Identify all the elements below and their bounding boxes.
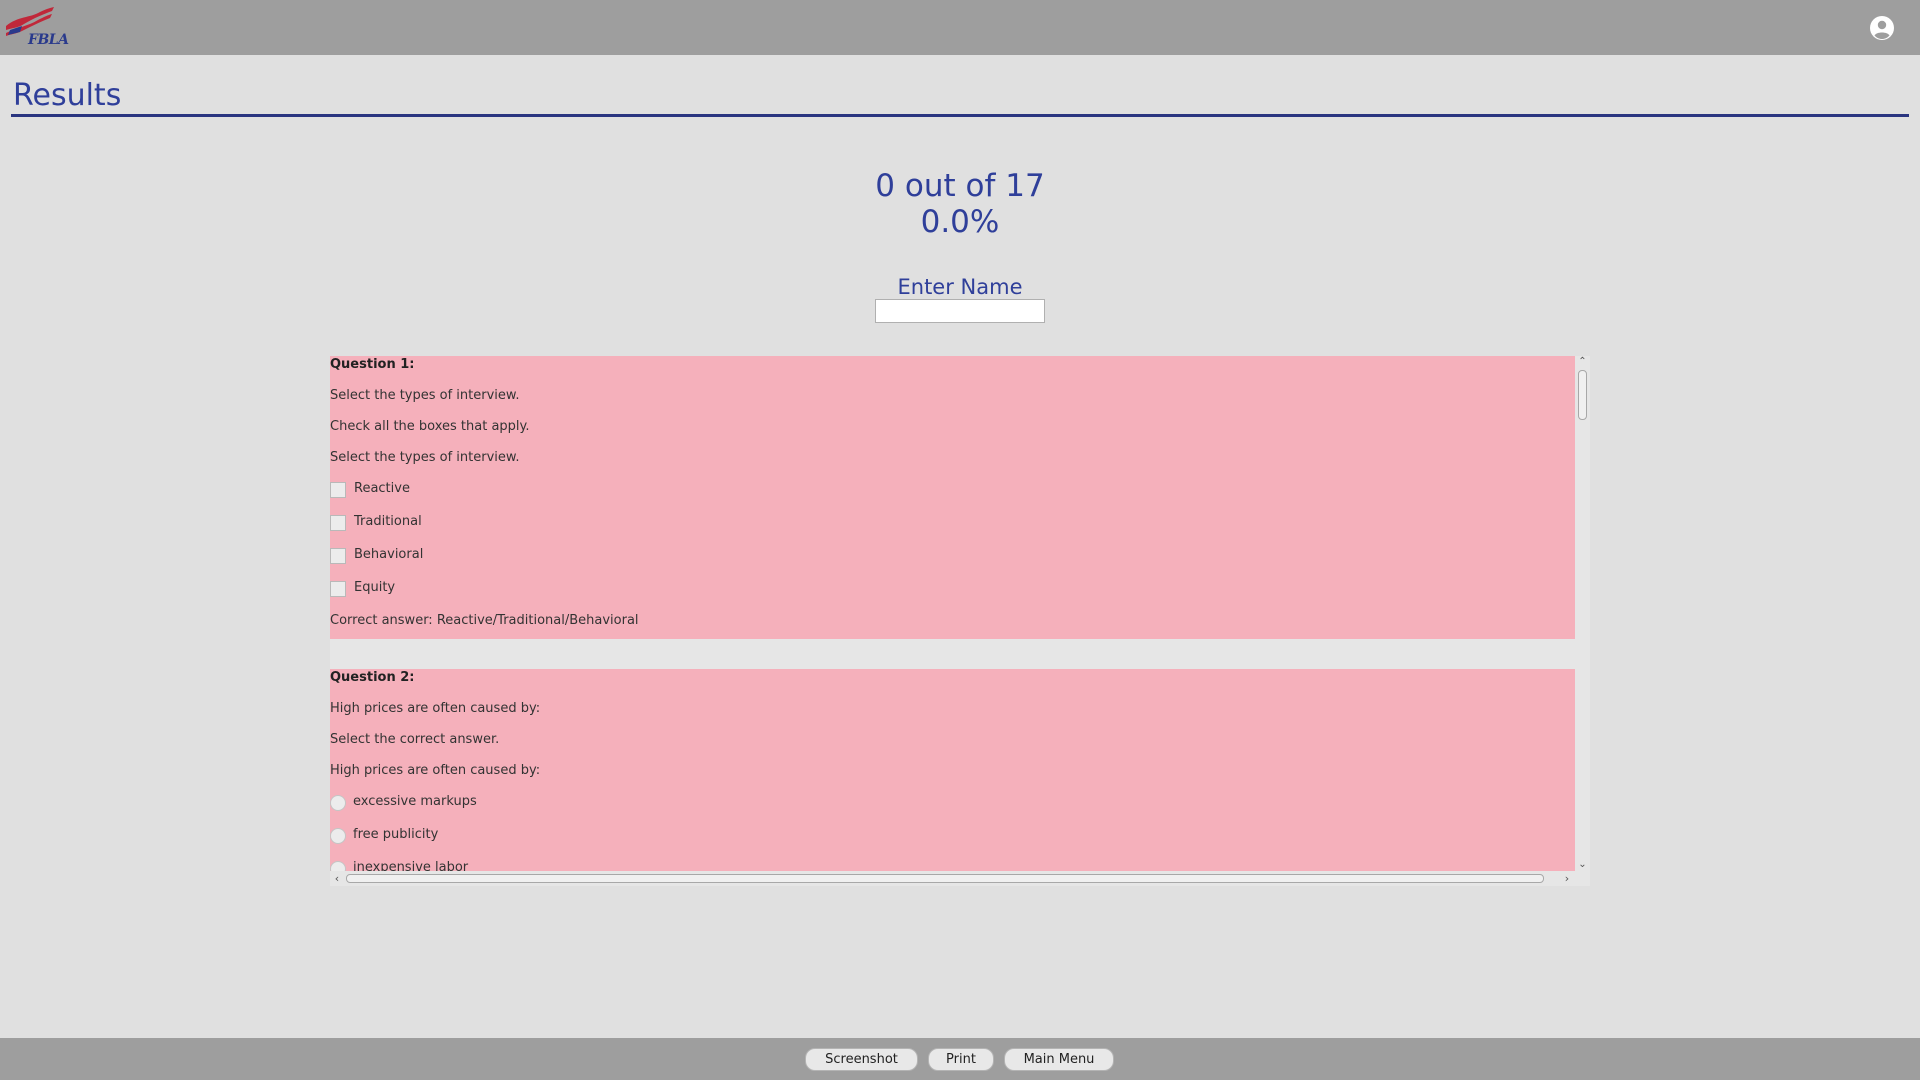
scroll-left-arrow-icon[interactable]: ‹	[330, 871, 344, 886]
title-divider	[11, 114, 1909, 117]
print-button[interactable]: Print	[928, 1048, 994, 1071]
question-prompt-repeat: High prices are often caused by:	[330, 763, 541, 778]
option-label: excessive markups	[353, 794, 477, 809]
option-checkbox[interactable]	[330, 581, 346, 597]
bottom-bar: Screenshot Print Main Menu	[0, 1038, 1920, 1080]
question-prompt: High prices are often caused by:	[330, 701, 541, 716]
vertical-scrollbar[interactable]: ⌃ ⌄	[1575, 356, 1590, 871]
question-instruction: Select the correct answer.	[330, 732, 500, 747]
option-row: Equity	[330, 580, 1575, 613]
results-scroll-panel[interactable]: Question 1: Select the types of intervie…	[330, 356, 1590, 886]
score-summary: 0 out of 17	[875, 168, 1045, 204]
question-instruction: Check all the boxes that apply.	[330, 419, 530, 434]
account-circle-icon[interactable]	[1869, 15, 1895, 41]
question-card-2: Question 2: High prices are often caused…	[330, 669, 1575, 871]
name-input[interactable]	[875, 299, 1045, 323]
screenshot-button[interactable]: Screenshot	[805, 1048, 918, 1071]
option-row: Behavioral	[330, 547, 1575, 580]
option-checkbox[interactable]	[330, 482, 346, 498]
question-prompt-repeat: Select the types of interview.	[330, 450, 520, 465]
option-radio[interactable]	[330, 795, 346, 811]
scroll-down-arrow-icon[interactable]: ⌄	[1575, 859, 1590, 871]
question-prompt: Select the types of interview.	[330, 388, 520, 403]
page-title: Results	[13, 78, 122, 113]
scroll-right-arrow-icon[interactable]: ›	[1560, 871, 1574, 886]
top-bar: FBLA	[0, 0, 1920, 55]
option-label: free publicity	[353, 827, 439, 842]
option-label: Traditional	[354, 514, 422, 529]
correct-answer: Correct answer: Reactive/Traditional/Beh…	[330, 613, 639, 628]
option-row: inexpensive labor	[330, 860, 1575, 871]
enter-name-label: Enter Name	[897, 275, 1023, 299]
vertical-scroll-thumb[interactable]	[1578, 370, 1587, 420]
option-label: Equity	[354, 580, 396, 595]
question-separator	[330, 639, 1575, 669]
horizontal-scrollbar[interactable]: ‹ ›	[330, 871, 1575, 886]
option-row: Traditional	[330, 514, 1575, 547]
option-row: excessive markups	[330, 794, 1575, 827]
question-card-1: Question 1: Select the types of intervie…	[330, 356, 1575, 639]
option-label: Reactive	[354, 481, 410, 496]
option-radio[interactable]	[330, 861, 346, 871]
fbla-logo: FBLA	[4, 4, 69, 50]
question-heading: Question 2:	[330, 670, 415, 685]
option-label: Behavioral	[354, 547, 424, 562]
main-menu-button[interactable]: Main Menu	[1004, 1048, 1114, 1071]
option-checkbox[interactable]	[330, 515, 346, 531]
option-radio[interactable]	[330, 828, 346, 844]
fbla-logo-text: FBLA	[28, 32, 69, 48]
question-heading: Question 1:	[330, 357, 415, 372]
option-row: Reactive	[330, 481, 1575, 514]
scroll-up-arrow-icon[interactable]: ⌃	[1575, 356, 1590, 368]
horizontal-scroll-thumb[interactable]	[346, 874, 1544, 883]
option-row: free publicity	[330, 827, 1575, 860]
results-viewport: Question 1: Select the types of intervie…	[330, 356, 1575, 871]
option-checkbox[interactable]	[330, 548, 346, 564]
option-label: inexpensive labor	[353, 860, 469, 871]
score-percent: 0.0%	[920, 204, 1000, 240]
